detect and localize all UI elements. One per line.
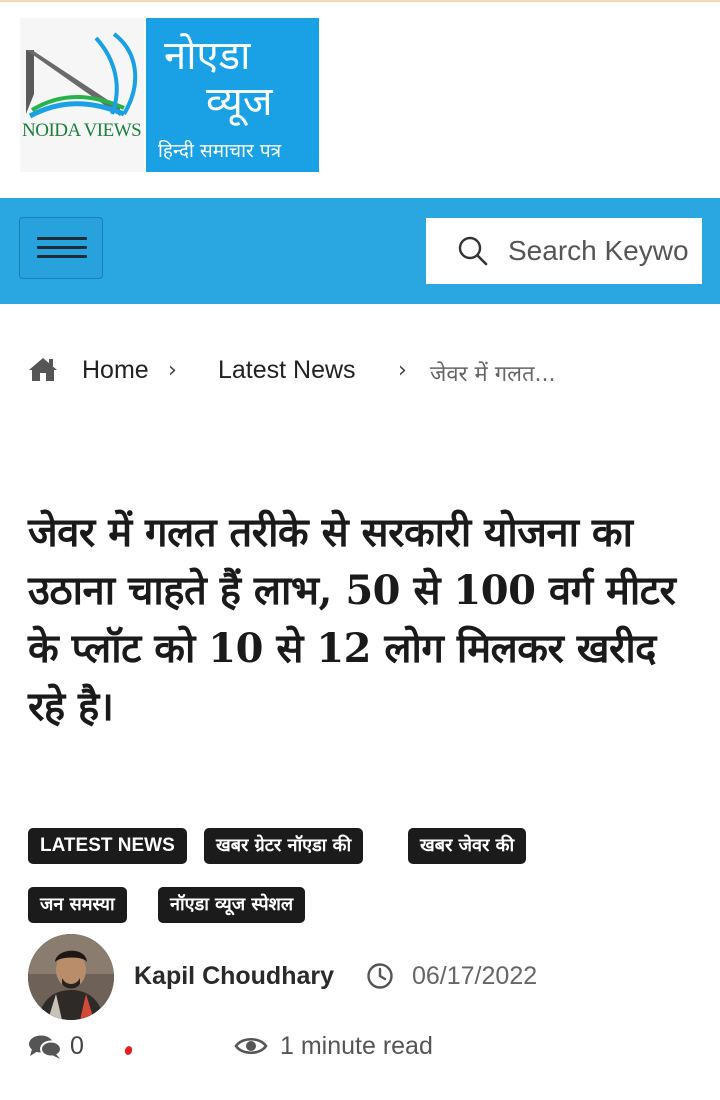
red-dot-marker <box>123 1045 134 1056</box>
logo-english-text: NOIDA VIEWS <box>22 120 142 141</box>
breadcrumb-current: जेवर में गलत... <box>430 362 556 387</box>
avatar-image <box>28 934 114 1020</box>
search-box[interactable] <box>426 218 702 284</box>
breadcrumb: Home › Latest News › जेवर में गलत... <box>28 350 708 390</box>
chevron-right-icon: › <box>168 358 177 383</box>
hamburger-menu-button[interactable] <box>19 217 103 279</box>
read-time: 1 minute read <box>280 1032 433 1060</box>
publish-date: 06/17/2022 <box>412 962 538 990</box>
eye-icon <box>234 1037 268 1055</box>
logo-emblem: NOIDA VIEWS <box>20 18 144 172</box>
home-icon[interactable] <box>28 356 58 382</box>
tag-noida-views-special[interactable]: नॉएडा व्यूज स्पेशल <box>158 887 306 923</box>
logo-hindi-line2: व्यूज <box>206 79 273 125</box>
logo-n-icon <box>26 32 138 119</box>
tag-latest-news[interactable]: LATEST NEWS <box>28 828 187 864</box>
site-logo[interactable]: NOIDA VIEWS नोएडा व्यूज हिन्दी समाचार पत… <box>20 18 320 172</box>
article-title: जेवर में गलत तरीके से सरकारी योजना का उठ… <box>28 509 676 730</box>
author-name-link[interactable]: Kapil Choudhary <box>134 962 334 991</box>
search-icon[interactable] <box>458 236 488 266</box>
clock-icon <box>367 963 393 989</box>
menu-line <box>37 237 87 240</box>
tag-jan-samasya[interactable]: जन समस्या <box>28 887 127 923</box>
search-input[interactable] <box>508 230 702 272</box>
breadcrumb-category-link[interactable]: Latest News <box>218 356 356 385</box>
chevron-right-icon: › <box>398 358 407 383</box>
comment-count[interactable]: 0 <box>70 1032 84 1061</box>
tag-khabar-jewar[interactable]: खबर जेवर की <box>408 828 527 864</box>
author-avatar[interactable] <box>28 934 114 1020</box>
logo-hindi-block: नोएडा व्यूज हिन्दी समाचार पत्र <box>146 18 319 172</box>
tag-khabar-greater-noida[interactable]: खबर ग्रेटर नॉएडा की <box>204 828 364 864</box>
menu-line <box>37 255 87 258</box>
menu-line <box>37 246 87 249</box>
breadcrumb-home-link[interactable]: Home <box>82 356 149 385</box>
top-accent-line <box>0 0 720 2</box>
logo-tagline: हिन्दी समाचार पत्र <box>158 140 282 162</box>
header-bar <box>0 198 720 304</box>
comments-icon[interactable] <box>28 1034 62 1060</box>
logo-hindi-line1: नोएडा <box>164 33 251 79</box>
